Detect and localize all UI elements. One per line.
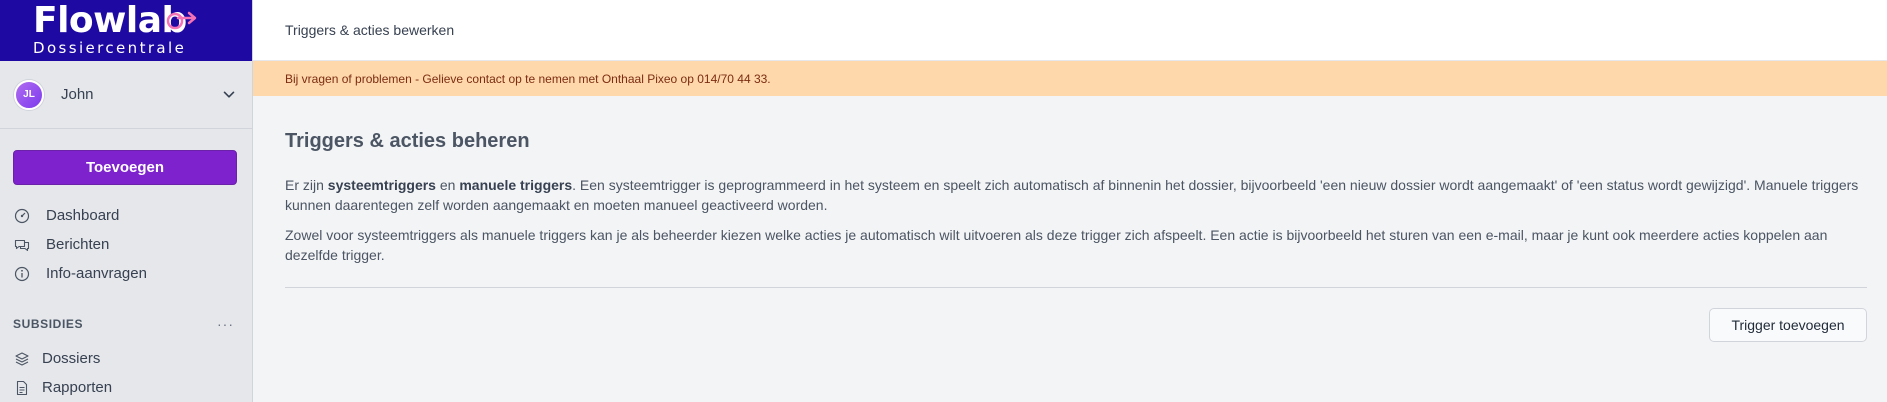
sidebar-item-berichten[interactable]: Berichten bbox=[14, 236, 109, 253]
document-icon bbox=[16, 380, 28, 395]
info-icon bbox=[14, 266, 30, 281]
user-name: John bbox=[61, 86, 94, 103]
user-menu[interactable]: JL John bbox=[0, 61, 252, 129]
sidebar-item-label: Rapporten bbox=[42, 379, 113, 396]
more-icon[interactable]: ··· bbox=[217, 316, 234, 332]
main-content: Triggers & acties beheren Er zijn systee… bbox=[285, 96, 1867, 342]
brand-logo[interactable]: Flowlab Dossiercentrale bbox=[0, 0, 252, 61]
actions-paragraph: Zowel voor systeemtriggers als manuele t… bbox=[285, 227, 1828, 263]
add-trigger-button[interactable]: Trigger toevoegen bbox=[1709, 308, 1867, 342]
sidebar-item-label: Dossiers bbox=[42, 350, 101, 367]
top-bar: Triggers & acties bewerken bbox=[253, 0, 1887, 61]
breadcrumb: Triggers & acties bewerken bbox=[285, 22, 455, 38]
page-title: Triggers & acties beheren bbox=[285, 130, 530, 152]
intro-bold-manuele-triggers: manuele triggers bbox=[459, 177, 573, 193]
sidebar-item-label: Info-aanvragen bbox=[46, 265, 147, 282]
sidebar-item-label: Berichten bbox=[46, 236, 110, 253]
intro-bold-systeemtriggers: systeemtriggers bbox=[327, 177, 436, 193]
dashboard-icon bbox=[14, 208, 30, 223]
sidebar-item-rapporten[interactable]: Rapporten bbox=[14, 379, 112, 396]
add-button[interactable]: Toevoegen bbox=[13, 150, 237, 185]
chevron-down-icon[interactable] bbox=[220, 86, 238, 104]
intro-text: en bbox=[435, 177, 460, 193]
section-label: SUBSIDIES bbox=[13, 317, 84, 331]
intro-text: Er zijn bbox=[285, 177, 328, 193]
avatar: JL bbox=[14, 79, 44, 110]
divider bbox=[285, 287, 1867, 288]
sidebar-item-label: Dashboard bbox=[46, 207, 120, 224]
stack-icon bbox=[15, 351, 29, 366]
brand-subtitle: Dossiercentrale bbox=[33, 39, 187, 57]
sidebar-item-dashboard[interactable]: Dashboard bbox=[14, 207, 119, 224]
chat-icon bbox=[14, 239, 30, 251]
sidebar-item-dossiers[interactable]: Dossiers bbox=[14, 350, 100, 367]
info-banner: Bij vragen of problemen - Gelieve contac… bbox=[253, 61, 1887, 96]
brand-title: Flowlab bbox=[33, 0, 187, 41]
intro-paragraph: Er zijn systeemtriggers en manuele trigg… bbox=[285, 175, 1867, 215]
banner-text: Bij vragen of problemen - Gelieve contac… bbox=[285, 71, 771, 86]
sidebar-item-info-aanvragen[interactable]: Info-aanvragen bbox=[14, 265, 147, 282]
sidebar: Flowlab Dossiercentrale JL John Toevoege… bbox=[0, 0, 253, 402]
arrow-logo-icon bbox=[166, 11, 197, 30]
